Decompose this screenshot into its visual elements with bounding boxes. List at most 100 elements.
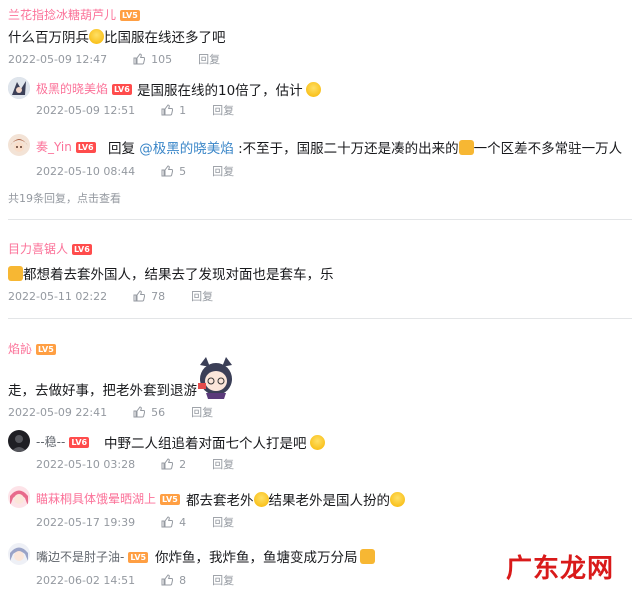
emoji-icon	[390, 492, 405, 507]
like-icon[interactable]	[161, 458, 174, 470]
level-badge: LV6	[69, 437, 90, 448]
reply-button[interactable]: 回复	[191, 288, 213, 304]
comment-username[interactable]: 瞄菻桐具体饿晕晒湖上 LV5	[36, 490, 180, 507]
comment-meta: 2022-05-10 03:28 2 回复	[36, 456, 234, 472]
replies-count: 共19条回复，	[8, 192, 77, 205]
like-count: 5	[179, 164, 187, 178]
username-text[interactable]: 瞄菻桐具体饿晕晒湖上	[36, 492, 156, 506]
username-text[interactable]: 嘴边不是肘子油-	[36, 550, 124, 564]
cat-emoji-icon	[8, 266, 23, 281]
like-icon[interactable]	[133, 290, 146, 302]
comment-meta: 2022-06-02 14:51 8 回复	[36, 572, 234, 588]
like-icon[interactable]	[161, 165, 174, 177]
like-icon[interactable]	[161, 574, 174, 586]
timestamp: 2022-05-09 12:51	[36, 103, 136, 117]
laugh-emoji-icon	[89, 29, 104, 44]
avatar[interactable]	[8, 77, 30, 99]
comment-text-part: 比国服在线还多了吧	[104, 30, 226, 46]
comment-text-part: 都想着去套外国人，结果去了发现对面也是套车，乐	[23, 267, 334, 283]
like-count: 56	[151, 405, 166, 419]
comment-username[interactable]: 极黑的晓美焰 LV6	[36, 80, 132, 97]
timestamp: 2022-05-10 08:44	[36, 164, 136, 178]
reply-button[interactable]: 回复	[212, 163, 234, 179]
comment-meta: 2022-05-11 02:22 78 回复	[8, 288, 213, 304]
like-icon[interactable]	[133, 406, 146, 418]
avatar[interactable]	[8, 430, 30, 452]
timestamp: 2022-05-09 22:41	[8, 405, 108, 419]
username-text[interactable]: 目力喜锯人	[8, 242, 68, 256]
comment-username[interactable]: 奏_Yin LV6	[36, 138, 96, 155]
comment-text: 是国服在线的10倍了，估计	[137, 79, 321, 99]
comment-text-part: 都去套老外	[186, 493, 254, 509]
level-badge: LV5	[36, 344, 56, 355]
level-badge: LV5	[160, 494, 180, 505]
cat-emoji-icon	[359, 549, 375, 564]
comment-username[interactable]: 目力喜锯人 LV6	[8, 240, 92, 257]
reply-button[interactable]: 回复	[212, 572, 234, 588]
comment-text: 中野二人组追着对面七个人打是吧	[104, 432, 325, 452]
avatar[interactable]	[8, 134, 30, 156]
timestamp: 2022-05-09 12:47	[8, 52, 108, 66]
reply-button[interactable]: 回复	[198, 51, 220, 67]
like-count: 4	[179, 515, 187, 529]
comment-text-part: 中野二人组追着对面七个人打是吧	[104, 436, 307, 452]
username-text[interactable]: 焰訫	[8, 342, 32, 356]
like-count: 8	[179, 573, 187, 587]
like-icon[interactable]	[161, 516, 174, 528]
reply-button[interactable]: 回复	[212, 456, 234, 472]
divider	[8, 219, 632, 220]
comment-text-part: :不至于，国服二十万还是凑的出来的	[233, 141, 459, 157]
level-badge: LV6	[112, 84, 132, 95]
like-icon[interactable]	[161, 104, 174, 116]
reply-button[interactable]: 回复	[191, 404, 213, 420]
comment-text: 什么百万阴兵 比国服在线还多了吧	[8, 26, 226, 46]
comment-text-part: 走，去做好事，把老外套到退游	[8, 383, 197, 399]
comment-text: 走，去做好事，把老外套到退游	[8, 379, 197, 399]
reply-button[interactable]: 回复	[212, 102, 234, 118]
level-badge: LV6	[75, 142, 96, 153]
like-count: 1	[179, 103, 187, 117]
mention-link[interactable]: @极黑的晓美焰	[139, 141, 234, 157]
level-badge: LV5	[120, 10, 140, 21]
avatar[interactable]	[8, 486, 30, 508]
comment-text-part: 一个区差不多常驻一万人	[473, 141, 623, 157]
comment-username[interactable]: 焰訫 LV5	[8, 340, 56, 357]
username-text[interactable]: 奏_Yin	[36, 140, 72, 154]
see-more-link[interactable]: 点击查看	[77, 190, 121, 206]
comment-username[interactable]: 嘴边不是肘子油- LV5	[36, 548, 149, 565]
cat-emoji-icon	[458, 140, 474, 155]
comment-text-part: 结果老外是国人扮的	[268, 493, 391, 509]
comment-meta: 2022-05-09 12:51 1 回复	[36, 102, 234, 118]
replies-summary: 共19条回复， 点击查看	[8, 190, 121, 206]
timestamp: 2022-05-17 19:39	[36, 515, 136, 529]
watermark: 广东龙网	[506, 554, 615, 584]
like-count: 105	[151, 52, 173, 66]
reply-button[interactable]: 回复	[212, 514, 234, 530]
comment-text-part: 什么百万阴兵	[8, 30, 89, 46]
emoji-icon	[309, 435, 325, 450]
comment-meta: 2022-05-10 08:44 5 回复	[36, 163, 234, 179]
comment-text: 都想着去套外国人，结果去了发现对面也是套车，乐	[8, 263, 334, 283]
level-badge: LV6	[72, 244, 92, 255]
like-count: 78	[151, 289, 166, 303]
comment-meta: 2022-05-17 19:39 4 回复	[36, 514, 234, 530]
timestamp: 2022-05-10 03:28	[36, 457, 136, 471]
username-text[interactable]: --稳--	[36, 435, 65, 449]
divider	[8, 318, 632, 319]
username-text[interactable]: 兰花指捻冰糖葫芦儿	[8, 8, 116, 22]
emoji-icon	[305, 82, 321, 97]
like-icon[interactable]	[133, 53, 146, 65]
timestamp: 2022-06-02 14:51	[36, 573, 136, 587]
comment-text: 你炸鱼，我炸鱼，鱼塘变成万分局	[155, 546, 375, 566]
comment-username[interactable]: 兰花指捻冰糖葫芦儿 LV5	[8, 6, 140, 23]
comment-text-part: 是国服在线的10倍了，估计	[137, 83, 303, 99]
reply-prefix: 回复	[108, 141, 140, 157]
comment-text: 都去套老外 结果老外是国人扮的	[186, 489, 405, 509]
sticker-image	[194, 355, 238, 399]
username-text[interactable]: 极黑的晓美焰	[36, 82, 108, 96]
level-badge: LV5	[128, 552, 149, 563]
comment-text: 回复 @极黑的晓美焰 :不至于，国服二十万还是凑的出来的 一个区差不多常驻一万人	[108, 137, 622, 157]
avatar[interactable]	[8, 543, 30, 565]
comment-username[interactable]: --稳-- LV6	[36, 433, 90, 450]
like-count: 2	[179, 457, 187, 471]
